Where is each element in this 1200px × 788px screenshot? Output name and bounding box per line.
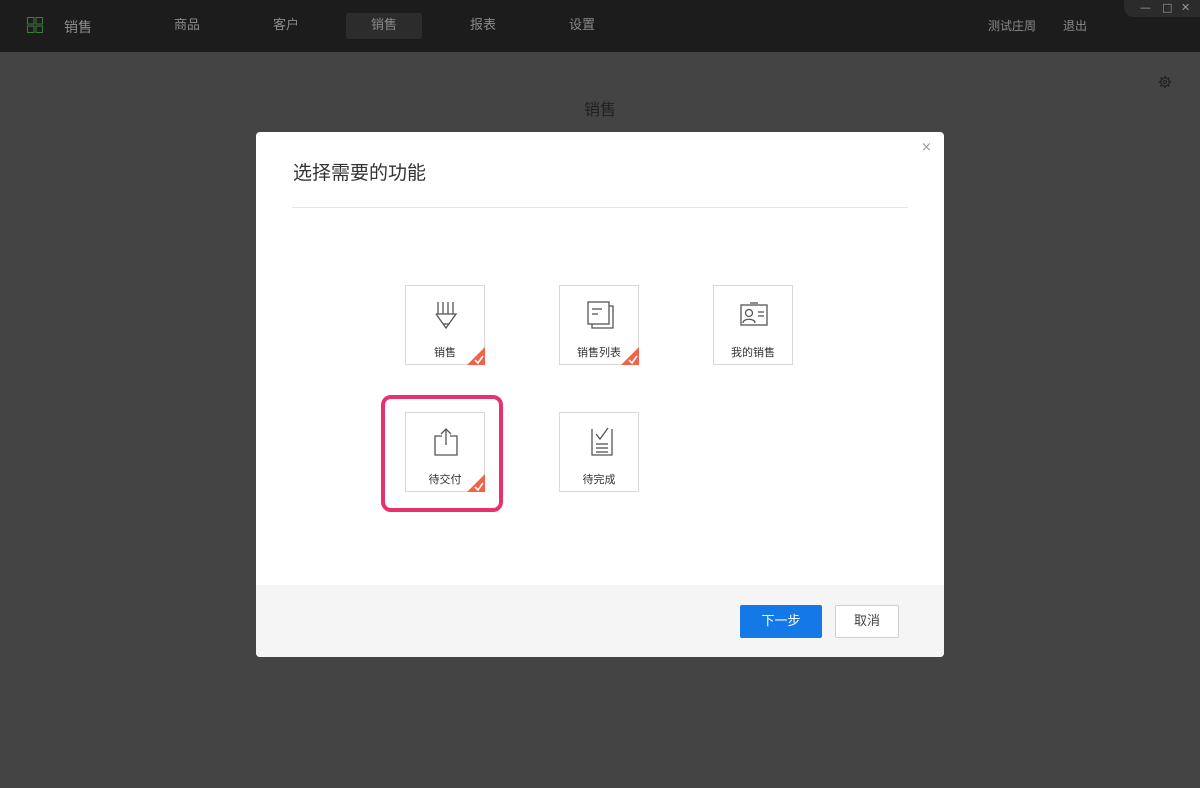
feature-card-pending-completion[interactable]: 待完成: [559, 412, 639, 492]
top-bar: 销售 商品 客户 销售 报表 设置 测试庄周 退出 — □ ✕: [0, 0, 1200, 52]
close-icon[interactable]: ×: [921, 140, 932, 155]
checked-badge-icon: [467, 347, 485, 365]
window-controls: — □ ✕: [1124, 0, 1200, 17]
pencil-icon: [435, 302, 458, 330]
checklist-icon: [591, 427, 613, 456]
close-window-icon[interactable]: ✕: [1181, 1, 1190, 15]
logout-link[interactable]: 退出: [1063, 17, 1087, 34]
nav-item-sales[interactable]: 销售: [346, 13, 422, 39]
card-label: 待完成: [582, 473, 616, 486]
id-card-icon: [740, 302, 768, 326]
highlight-box: [381, 395, 503, 512]
document-stack-icon: [587, 301, 614, 329]
nav-item-reports[interactable]: 报表: [445, 13, 521, 39]
app-logo-icon: [27, 17, 43, 33]
maximize-icon[interactable]: □: [1162, 1, 1172, 15]
checked-badge-icon: [621, 347, 639, 365]
feature-card-sales-list[interactable]: 销售列表: [559, 285, 639, 365]
feature-select-dialog: 选择需要的功能 × 销售 销售列表 我的销售 待交付 待完成 下一步 取消: [256, 132, 944, 657]
dialog-title: 选择需要的功能: [293, 162, 427, 184]
page-title: 销售: [583, 100, 616, 119]
gear-icon[interactable]: [1158, 75, 1172, 89]
divider: [292, 207, 908, 208]
card-label: 我的销售: [731, 346, 775, 359]
minimize-icon[interactable]: —: [1140, 1, 1151, 15]
feature-card-sales[interactable]: 销售: [405, 285, 485, 365]
next-button[interactable]: 下一步: [740, 605, 822, 638]
nav-item-customers[interactable]: 客户: [248, 13, 324, 39]
feature-card-my-sales[interactable]: 我的销售: [713, 285, 793, 365]
nav-item-settings[interactable]: 设置: [544, 13, 620, 39]
user-name[interactable]: 测试庄周: [988, 17, 1036, 34]
cancel-button[interactable]: 取消: [835, 605, 899, 638]
nav-item-products[interactable]: 商品: [149, 13, 225, 39]
app-name: 销售: [64, 20, 92, 36]
